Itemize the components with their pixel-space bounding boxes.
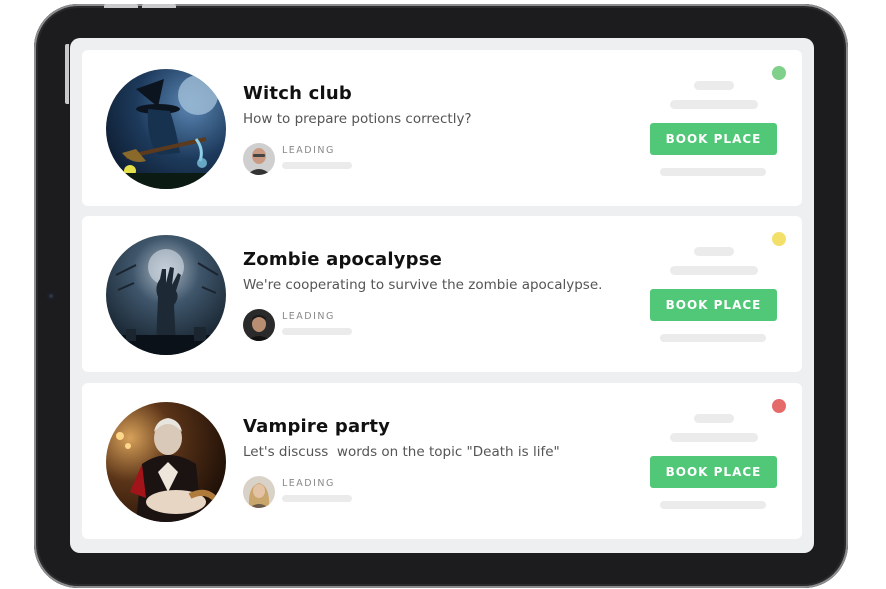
witch-image bbox=[106, 69, 226, 189]
blonde-woman-avatar[interactable] bbox=[243, 476, 275, 508]
placeholder-line bbox=[670, 100, 758, 109]
event-subtitle: How to prepare potions correctly? bbox=[243, 111, 472, 127]
event-title: Witch club bbox=[243, 83, 352, 104]
event-card-zombie-apocalypse: Zombie apocalypse We're cooperating to s… bbox=[82, 216, 802, 372]
event-subtitle: Let's discuss words on the topic "Death … bbox=[243, 444, 560, 460]
event-subtitle: We're cooperating to survive the zombie … bbox=[243, 277, 603, 293]
book-place-button[interactable]: BOOK PLACE bbox=[650, 456, 777, 488]
host-name-placeholder bbox=[282, 495, 352, 502]
zombie-hand-image bbox=[106, 235, 226, 355]
status-indicator bbox=[772, 399, 786, 413]
placeholder-line bbox=[670, 433, 758, 442]
placeholder-line bbox=[660, 501, 766, 509]
leading-label: LEADING bbox=[282, 145, 335, 156]
vampire-image bbox=[106, 402, 226, 522]
placeholder-line bbox=[670, 266, 758, 275]
placeholder-line bbox=[660, 334, 766, 342]
power-button bbox=[65, 44, 69, 104]
placeholder-line bbox=[694, 81, 734, 90]
status-indicator bbox=[772, 66, 786, 80]
leading-label: LEADING bbox=[282, 478, 335, 489]
event-title: Vampire party bbox=[243, 416, 391, 437]
placeholder-line bbox=[694, 414, 734, 423]
volume-button bbox=[142, 4, 176, 8]
host-name-placeholder bbox=[282, 162, 352, 169]
event-card-vampire-party: Vampire party Let's discuss words on the… bbox=[82, 383, 802, 539]
screen: Witch club How to prepare potions correc… bbox=[70, 38, 814, 553]
status-indicator bbox=[772, 232, 786, 246]
volume-button bbox=[104, 4, 138, 8]
event-card-witch-club: Witch club How to prepare potions correc… bbox=[82, 50, 802, 206]
dark-hair-man-avatar[interactable] bbox=[243, 309, 275, 341]
event-title: Zombie apocalypse bbox=[243, 249, 443, 270]
book-place-button[interactable]: BOOK PLACE bbox=[650, 289, 777, 321]
camera-icon bbox=[47, 292, 55, 300]
bald-man-avatar[interactable] bbox=[243, 143, 275, 175]
leading-label: LEADING bbox=[282, 311, 335, 322]
host-name-placeholder bbox=[282, 328, 352, 335]
book-place-button[interactable]: BOOK PLACE bbox=[650, 123, 777, 155]
placeholder-line bbox=[694, 247, 734, 256]
placeholder-line bbox=[660, 168, 766, 176]
